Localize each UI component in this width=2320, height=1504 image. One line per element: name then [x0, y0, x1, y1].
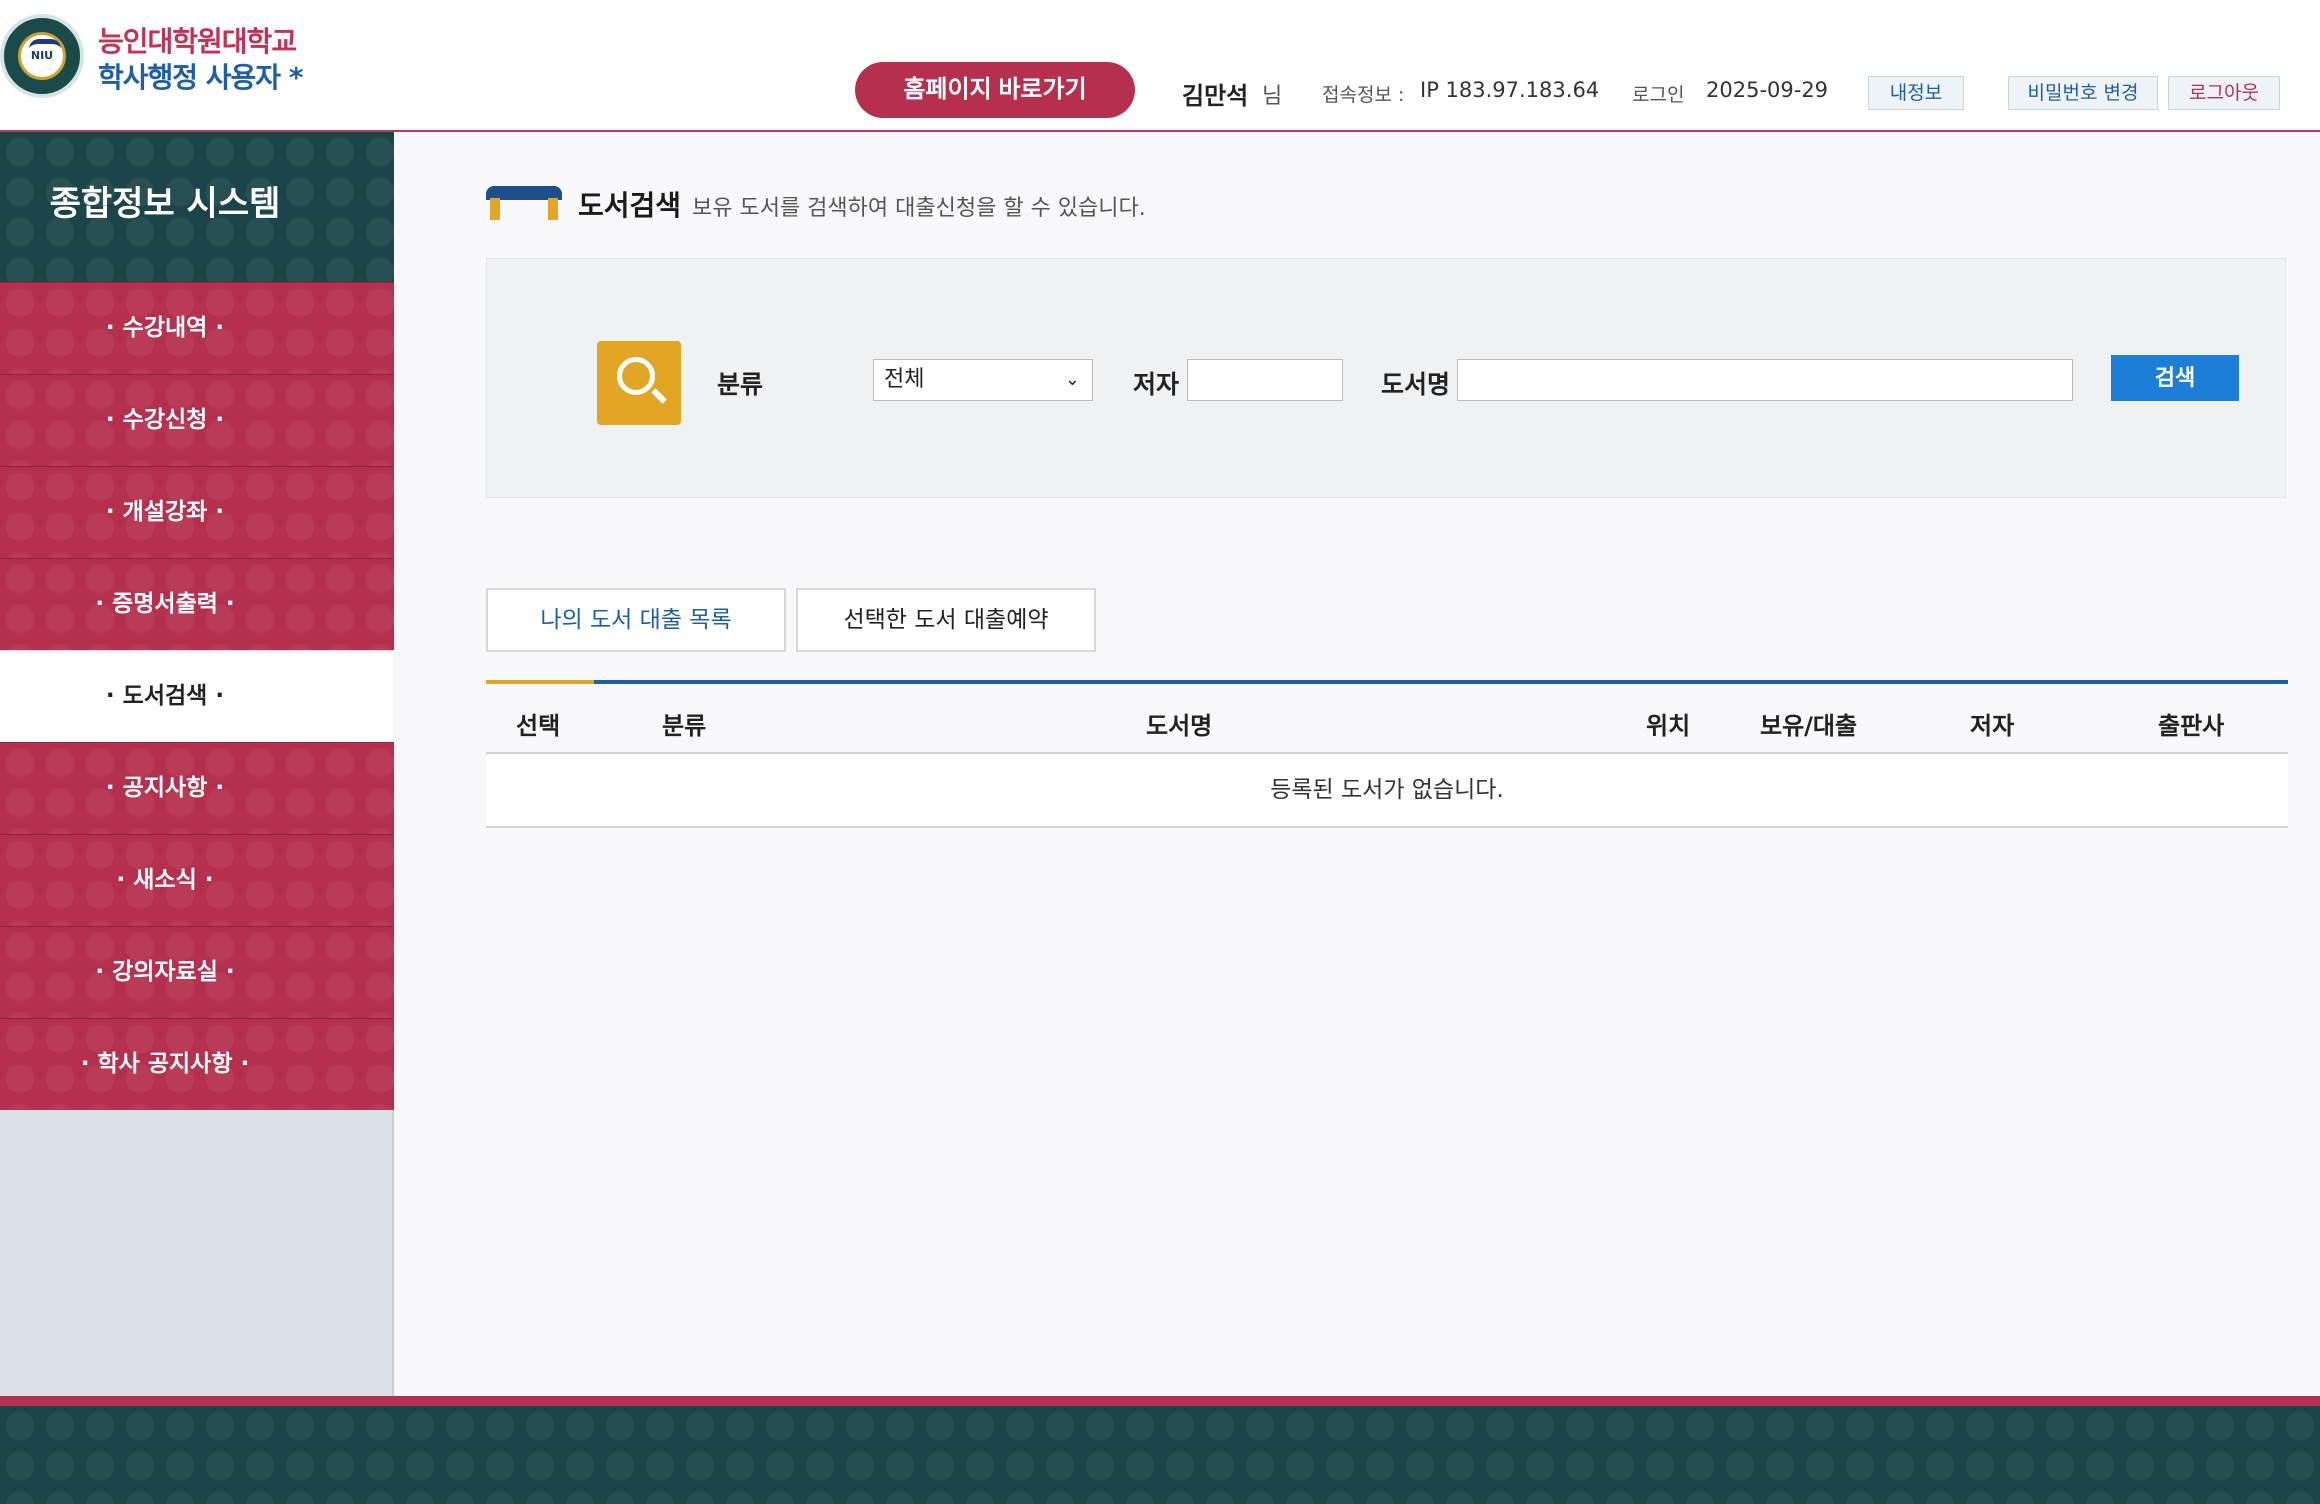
sidebar-menu: · 수강내역 · · 수강신청 · · 개설강좌 · · 증명서출력 · · 도… — [0, 282, 394, 1110]
sidebar-item-open-courses[interactable]: · 개설강좌 · — [0, 466, 394, 558]
page-title: 도서검색 — [578, 189, 682, 222]
column-header-publisher: 출판사 — [2158, 712, 2225, 740]
access-ip: IP 183.97.183.64 — [1420, 78, 1600, 102]
access-info-label: 접속정보 : — [1322, 84, 1405, 106]
book-title-label: 도서명 — [1381, 370, 1451, 399]
system-subtitle: 학사행정 사용자 * — [98, 61, 303, 94]
table-empty-message: 등록된 도서가 없습니다. — [486, 754, 2288, 828]
login-label: 로그인 — [1632, 84, 1685, 106]
reserve-selected-button[interactable]: 선택한 도서 대출예약 — [796, 588, 1096, 652]
table-header: 선택 분류 도서명 위치 보유/대출 저자 출판사 — [486, 684, 2288, 754]
column-header-category: 분류 — [662, 712, 707, 740]
homepage-button[interactable]: 홈페이지 바로가기 — [855, 62, 1135, 118]
sidebar-item-notices[interactable]: · 공지사항 · — [0, 742, 394, 834]
column-header-title: 도서명 — [1146, 712, 1213, 740]
my-loans-button[interactable]: 나의 도서 대출 목록 — [486, 588, 786, 652]
sidebar-item-lecture-materials[interactable]: · 강의자료실 · — [0, 926, 394, 1018]
sidebar-item-book-search[interactable]: · 도서검색 · — [0, 650, 394, 742]
sidebar-item-academic-notices[interactable]: · 학사 공지사항 · — [0, 1018, 394, 1110]
login-date: 2025-09-29 — [1706, 78, 1829, 102]
page-description: 보유 도서를 검색하여 대출신청을 할 수 있습니다. — [692, 196, 1146, 221]
book-title-input[interactable] — [1457, 359, 2073, 401]
column-header-author: 저자 — [1970, 712, 2015, 740]
category-select[interactable]: 전체 ⌄ — [873, 359, 1093, 401]
change-password-button[interactable]: 비밀번호 변경 — [2008, 76, 2158, 110]
sidebar: 종합정보 시스템 · 수강내역 · · 수강신청 · · 개설강좌 · · 증명… — [0, 132, 394, 1396]
user-name: 김만석 — [1182, 82, 1249, 110]
header: NIU 능인대학원대학교 학사행정 사용자 * 홈페이지 바로가기 김만석 님 … — [0, 0, 2320, 132]
search-button[interactable]: 검색 — [2111, 355, 2239, 401]
university-logo[interactable]: NIU — [0, 14, 84, 98]
column-header-location: 위치 — [1646, 712, 1691, 740]
sidebar-item-news[interactable]: · 새소식 · — [0, 834, 394, 926]
logo-emblem: NIU — [18, 32, 66, 80]
section-gate-icon — [486, 186, 562, 222]
logout-button[interactable]: 로그아웃 — [2168, 76, 2280, 110]
sidebar-item-certificates[interactable]: · 증명서출력 · — [0, 558, 394, 650]
chevron-down-icon: ⌄ — [1064, 369, 1080, 390]
main-content: 도서검색 보유 도서를 검색하여 대출신청을 할 수 있습니다. 분류 전체 ⌄… — [396, 134, 2320, 1396]
category-label: 분류 — [717, 370, 764, 399]
user-honorific: 님 — [1262, 84, 1283, 109]
category-selected-value: 전체 — [884, 367, 925, 392]
column-header-select: 선택 — [516, 712, 561, 740]
author-label: 저자 — [1133, 370, 1180, 399]
footer — [0, 1396, 2320, 1504]
sidebar-item-course-registration[interactable]: · 수강신청 · — [0, 374, 394, 466]
search-magnifier-icon — [597, 341, 681, 425]
author-input[interactable] — [1187, 359, 1343, 401]
logo-text: NIU — [30, 49, 54, 62]
logo-arch-icon — [29, 39, 61, 49]
sidebar-item-course-history[interactable]: · 수강내역 · — [0, 282, 394, 374]
my-info-button[interactable]: 내정보 — [1868, 76, 1964, 110]
search-panel: 분류 전체 ⌄ 저자 도서명 검색 — [486, 258, 2286, 498]
university-name: 능인대학원대학교 — [98, 25, 297, 58]
column-header-holding: 보유/대출 — [1760, 712, 1858, 740]
book-table: 선택 분류 도서명 위치 보유/대출 저자 출판사 등록된 도서가 없습니다. — [486, 680, 2288, 828]
sidebar-header: 종합정보 시스템 — [0, 132, 394, 282]
sidebar-title: 종합정보 시스템 — [49, 184, 281, 224]
